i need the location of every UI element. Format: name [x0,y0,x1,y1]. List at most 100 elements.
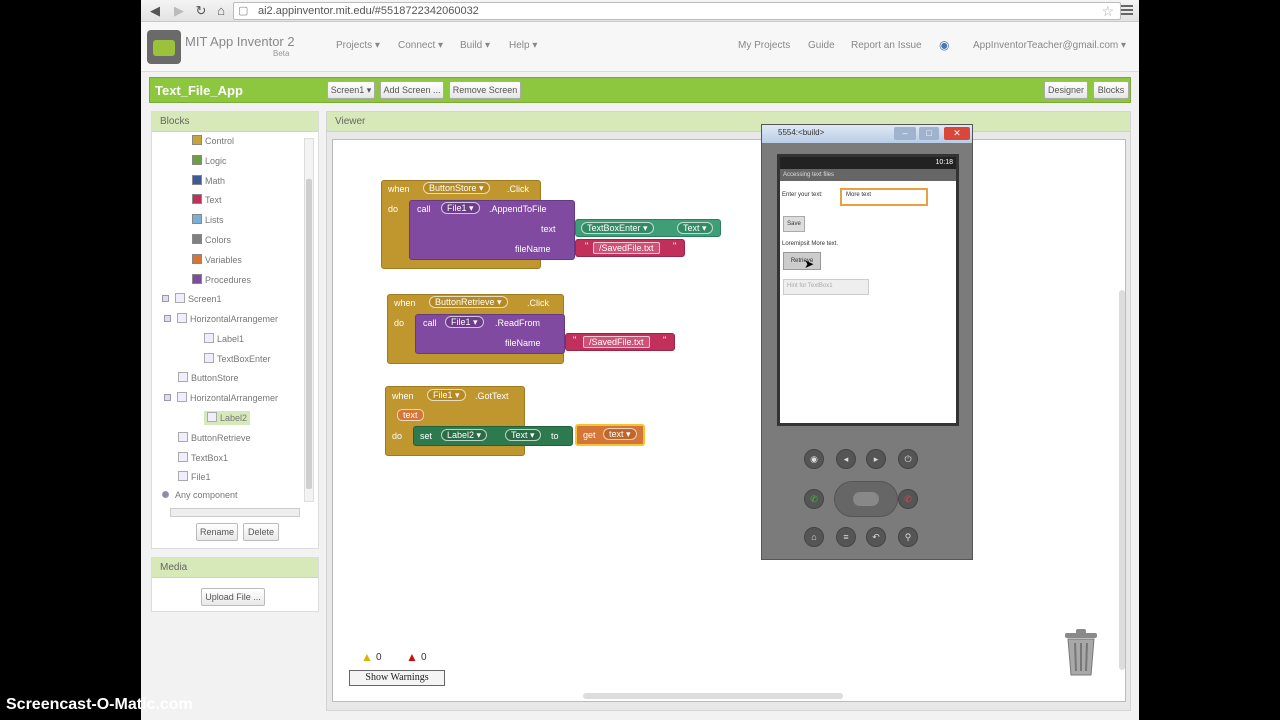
call-block-readfrom[interactable] [415,314,565,354]
tree-component-horizontalarrangemer[interactable]: HorizontalArrangemer [164,312,278,326]
link-guide[interactable]: Guide [808,40,835,51]
minimize-button[interactable]: – [894,127,916,140]
textboxenter-dropdown[interactable]: TextBoxEnter ▾ [581,222,654,234]
builtin-text[interactable]: Text [192,193,222,207]
back-arrow-icon[interactable]: ◀ [147,3,163,19]
workspace-horizontal-scrollbar[interactable] [583,693,843,699]
forward-arrow-icon[interactable]: ▶ [171,3,187,19]
set-block-label2-text[interactable] [413,426,573,446]
scrollbar-thumb[interactable] [306,179,312,489]
dpad[interactable] [834,481,898,517]
text-parameter[interactable]: text [397,409,424,421]
menu-build[interactable]: Build ▾ [460,40,490,51]
builtin-control[interactable]: Control [192,134,234,148]
tree-component-buttonretrieve[interactable]: ButtonRetrieve [178,431,251,445]
filename-string-field[interactable]: /SavedFile.txt [593,242,660,254]
maximize-button[interactable]: □ [919,127,939,140]
tree-screen1[interactable]: Screen1 [162,292,222,306]
trash-can-icon[interactable] [1063,627,1099,677]
builtin-colors[interactable]: Colors [192,233,231,247]
tree-component-buttonstore[interactable]: ButtonStore [178,371,239,385]
buttonstore-dropdown[interactable]: ButtonStore ▾ [423,182,490,194]
get-variable-dropdown[interactable]: text ▾ [603,428,637,440]
reload-icon[interactable]: ↻ [193,3,209,19]
label2-dropdown[interactable]: Label2 ▾ [441,429,488,441]
camera-icon[interactable]: ◉ [804,449,824,469]
tree-component-file1[interactable]: File1 [178,470,211,484]
component-label: ButtonStore [191,373,239,384]
android-emulator-window: 5554:<build> – □ ✕ 10:18 Accessing text … [761,124,973,560]
volume-up-icon[interactable]: ▸ [866,449,886,469]
back-icon[interactable]: ↶ [866,527,886,547]
media-panel: Media Upload File ... [151,557,319,612]
collapse-toggle-icon[interactable] [162,295,169,302]
upload-file-button[interactable]: Upload File ... [201,588,265,606]
show-warnings-button[interactable]: Show Warnings [349,670,445,686]
link-my-projects[interactable]: My Projects [738,40,790,51]
menu-icon[interactable]: ≡ [836,527,856,547]
add-screen-button[interactable]: Add Screen ... [380,81,444,99]
link-report-issue[interactable]: Report an Issue [851,40,922,51]
language-globe-icon[interactable]: ◉ [939,38,949,52]
collapse-toggle-icon[interactable] [164,394,171,402]
any-component-label: Any component [175,490,238,500]
buttonretrieve-dropdown[interactable]: ButtonRetrieve ▾ [429,296,508,308]
call-icon[interactable]: ✆ [804,489,824,509]
tree-component-label2[interactable]: Label2 [204,411,251,425]
blocks-vertical-scrollbar[interactable] [304,138,314,502]
close-window-button[interactable]: ✕ [944,127,970,140]
menu-connect[interactable]: Connect ▾ [398,40,443,51]
blocks-button[interactable]: Blocks [1093,81,1129,99]
blocks-horizontal-scrollbar[interactable] [170,508,300,517]
text-property-dropdown[interactable]: Text ▾ [505,429,541,441]
delete-button[interactable]: Delete [243,523,279,541]
remove-screen-button[interactable]: Remove Screen [449,81,521,99]
app-inventor-logo-icon[interactable] [147,30,181,64]
tree-any-component[interactable]: Any component [162,488,238,502]
menu-help[interactable]: Help ▾ [509,40,537,51]
volume-down-icon[interactable]: ◂ [836,449,856,469]
address-bar[interactable]: ▢ ai2.appinventor.mit.edu/#5518722342060… [233,2,1121,20]
tree-component-textbox1[interactable]: TextBox1 [178,451,228,465]
buttonretrieve-button[interactable]: Retrieve [783,252,821,270]
rename-button[interactable]: Rename [196,523,238,541]
tree-component-label1[interactable]: Label1 [204,332,244,346]
builtin-procedures[interactable]: Procedures [192,273,251,287]
filename-string-field[interactable]: /SavedFile.txt [583,336,650,348]
file1-dropdown[interactable]: File1 ▾ [441,202,480,214]
warnings-count: 0 [376,652,382,663]
textboxenter-field[interactable]: More text [840,188,928,206]
bookmark-star-icon[interactable]: ☆ [1101,3,1114,20]
screen-select-button[interactable]: Screen1 ▾ [327,81,375,99]
designer-button[interactable]: Designer [1044,81,1088,99]
file1-dropdown[interactable]: File1 ▾ [427,389,466,401]
blocks-workspace[interactable]: when ButtonStore ▾ .Click do call File1 … [332,139,1126,702]
builtin-variables[interactable]: Variables [192,253,242,267]
builtin-label: Colors [205,235,232,245]
emulator-screen[interactable]: 10:18 Accessing text files Enter your te… [777,154,959,426]
end-call-icon[interactable]: ✆ [898,489,918,509]
power-icon[interactable]: ⏻ [898,449,918,469]
builtin-logic[interactable]: Logic [192,154,227,168]
workspace-vertical-scrollbar[interactable] [1119,290,1125,670]
builtin-math[interactable]: Math [192,174,225,188]
home-icon[interactable]: ⌂ [213,3,229,19]
browser-menu-icon[interactable] [1119,3,1135,19]
buttonstore-button[interactable]: Save [783,216,805,232]
warning-triangle-icon: ▲ [361,650,373,664]
account-menu[interactable]: AppInventorTeacher@gmail.com ▾ [973,40,1126,51]
search-icon[interactable]: ⚲ [898,527,918,547]
component-label: Label2 [220,413,248,423]
builtin-lists[interactable]: Lists [192,213,224,227]
home-icon[interactable]: ⌂ [804,527,824,547]
dpad-center[interactable] [853,492,879,506]
tree-component-textboxenter[interactable]: TextBoxEnter [204,352,271,366]
textbox1-field[interactable]: Hint for TextBox1 [783,279,869,295]
menu-projects[interactable]: Projects ▾ [336,40,380,51]
expand-toggle-icon[interactable] [162,491,169,498]
screen-recording: ◀ ▶ ↻ ⌂ ▢ ai2.appinventor.mit.edu/#55187… [0,0,1280,720]
file1-dropdown[interactable]: File1 ▾ [445,316,484,328]
text-property-dropdown[interactable]: Text ▾ [677,222,713,234]
collapse-toggle-icon[interactable] [164,315,171,322]
tree-component-horizontalarrangemer[interactable]: HorizontalArrangemer [164,391,278,405]
